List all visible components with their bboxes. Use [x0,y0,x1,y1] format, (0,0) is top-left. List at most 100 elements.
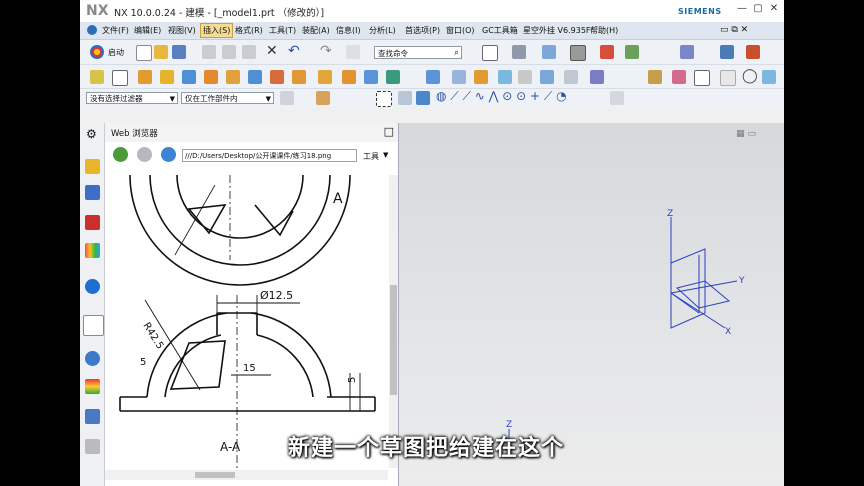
sphere-icon[interactable] [248,70,262,84]
open-folder-icon[interactable] [154,45,168,59]
trim-body-icon[interactable] [540,70,554,84]
menu-tools[interactable]: 工具(T) [269,25,296,36]
split-body-icon[interactable] [564,70,578,84]
menu-format[interactable]: 格式(R) [235,25,263,36]
pattern-icon[interactable] [498,70,512,84]
command-finder-input[interactable]: 查找命令 ⌕ [374,46,462,59]
surface-icon[interactable] [648,70,662,84]
render-style-icon[interactable] [512,45,526,59]
hd3d-tools-icon[interactable] [85,279,100,294]
extrude-icon[interactable] [138,70,152,84]
tools-menu[interactable]: 工具 [363,151,379,162]
refresh-button[interactable] [161,147,176,162]
redo-icon[interactable]: ↷ [320,43,332,59]
assembly-navigator-icon[interactable] [85,185,100,200]
cut-icon[interactable] [202,45,216,59]
wcs-icon[interactable] [680,45,694,59]
maximize-button[interactable]: ▢ [750,3,766,18]
menu-window[interactable]: 窗口(O) [446,25,475,36]
view-triad-icon[interactable]: ▦ ▭ [736,129,756,139]
menu-edit[interactable]: 编辑(E) [134,25,161,36]
selection-scope-select[interactable]: 仅在工作部件内 ▼ [181,92,274,104]
rectangle-select-icon[interactable] [376,91,392,107]
datum-plane-icon[interactable] [112,70,128,86]
search-icon[interactable]: ⌕ [454,47,459,60]
history-icon[interactable] [85,351,100,366]
menu-assembly[interactable]: 装配(A) [302,25,330,36]
scroll-thumb[interactable] [195,472,235,478]
subtract-icon[interactable] [342,70,356,84]
paste-icon[interactable] [242,45,256,59]
menu-insert[interactable]: 插入(S) [200,23,234,38]
forward-button[interactable] [137,147,152,162]
thicken-icon[interactable] [672,70,686,84]
constraint-navigator-icon[interactable] [85,215,100,230]
shell-icon[interactable] [386,70,400,84]
menu-help[interactable]: 帮助(H) [590,25,618,36]
menu-info[interactable]: 信息(I) [336,25,361,36]
menu-preferences[interactable]: 首选项(P) [405,25,440,36]
menu-plugin[interactable]: 星空外挂 V6.935F [523,25,591,36]
curve-rect-icon[interactable] [694,70,710,86]
copy-icon[interactable] [222,45,236,59]
offset-face-icon[interactable] [590,70,604,84]
close-button[interactable]: ✕ [766,3,782,18]
nx-menu-icon[interactable] [87,25,97,35]
boss-icon[interactable] [292,70,306,84]
vertical-scrollbar[interactable] [389,175,398,468]
menu-view[interactable]: 视图(V) [168,25,196,36]
circle-icon[interactable]: ◯ [742,68,758,84]
chamfer-icon[interactable] [452,70,466,84]
maximize-panel-icon[interactable]: □ [384,125,394,138]
part-navigator-icon[interactable] [85,159,100,174]
view-orient-icon[interactable] [542,45,556,59]
sketch-icon[interactable] [90,70,104,84]
settings-gear-icon[interactable]: ⚙ [86,127,97,141]
general-selection-icon[interactable] [280,91,294,105]
menu-gc-toolbox[interactable]: GC工具箱 [482,25,518,36]
menu-analysis[interactable]: 分析(L) [369,25,396,36]
undo-icon[interactable]: ↶ [288,43,300,59]
show-hide-icon[interactable] [625,45,639,59]
draft-icon[interactable] [474,70,488,84]
restore-child-icon[interactable]: ▭ ⧉ ✕ [720,25,748,35]
edge-blend-icon[interactable] [426,70,440,84]
snap-icons[interactable]: ◍ ⟋ ⟋ ∿ ⋀ ⊙ ⊙ + ⟋ ◔ [436,89,567,104]
intersect-icon[interactable] [364,70,378,84]
background-color-icon[interactable] [570,45,586,61]
roles-icon[interactable] [85,439,100,454]
feature-selection-icon[interactable] [316,91,330,105]
scroll-thumb[interactable] [390,285,397,395]
delete-icon[interactable]: ✕ [266,43,278,59]
hole-icon[interactable] [270,70,284,84]
save-icon[interactable] [172,45,186,59]
type-filter-select[interactable]: 没有选择过滤器 ▼ [86,92,178,104]
cylinder-icon[interactable] [204,70,218,84]
grid-icon[interactable] [720,45,734,59]
layer-settings-icon[interactable] [600,45,614,59]
menu-file[interactable]: 文件(F) [102,25,129,36]
block-icon[interactable] [182,70,196,84]
new-file-icon[interactable] [136,45,152,61]
measure-icon[interactable] [746,45,760,59]
fit-view-icon[interactable] [482,45,498,61]
unite-icon[interactable] [318,70,332,84]
hatch-icon[interactable] [720,70,736,86]
reuse-library-icon[interactable] [85,243,100,258]
back-button[interactable] [113,147,128,162]
select-face-icon[interactable] [398,91,412,105]
repeat-command-icon[interactable] [346,45,360,59]
web-browser-tab-icon[interactable] [83,315,104,336]
mirror-icon[interactable] [518,70,532,84]
system-materials-icon[interactable] [85,379,100,394]
minimize-button[interactable]: — [734,3,750,18]
revolve-icon[interactable] [160,70,174,84]
address-bar[interactable]: ///D:/Users/Desktop/公开课课件/练习18.png [182,149,357,162]
start-icon[interactable] [90,45,104,59]
snap-toggle-icon[interactable] [610,91,624,105]
start-label[interactable]: 启动 [108,47,124,58]
cone-icon[interactable] [226,70,240,84]
process-studio-icon[interactable] [85,409,100,424]
horizontal-scrollbar[interactable] [105,470,388,480]
view-section-icon[interactable] [762,70,776,84]
